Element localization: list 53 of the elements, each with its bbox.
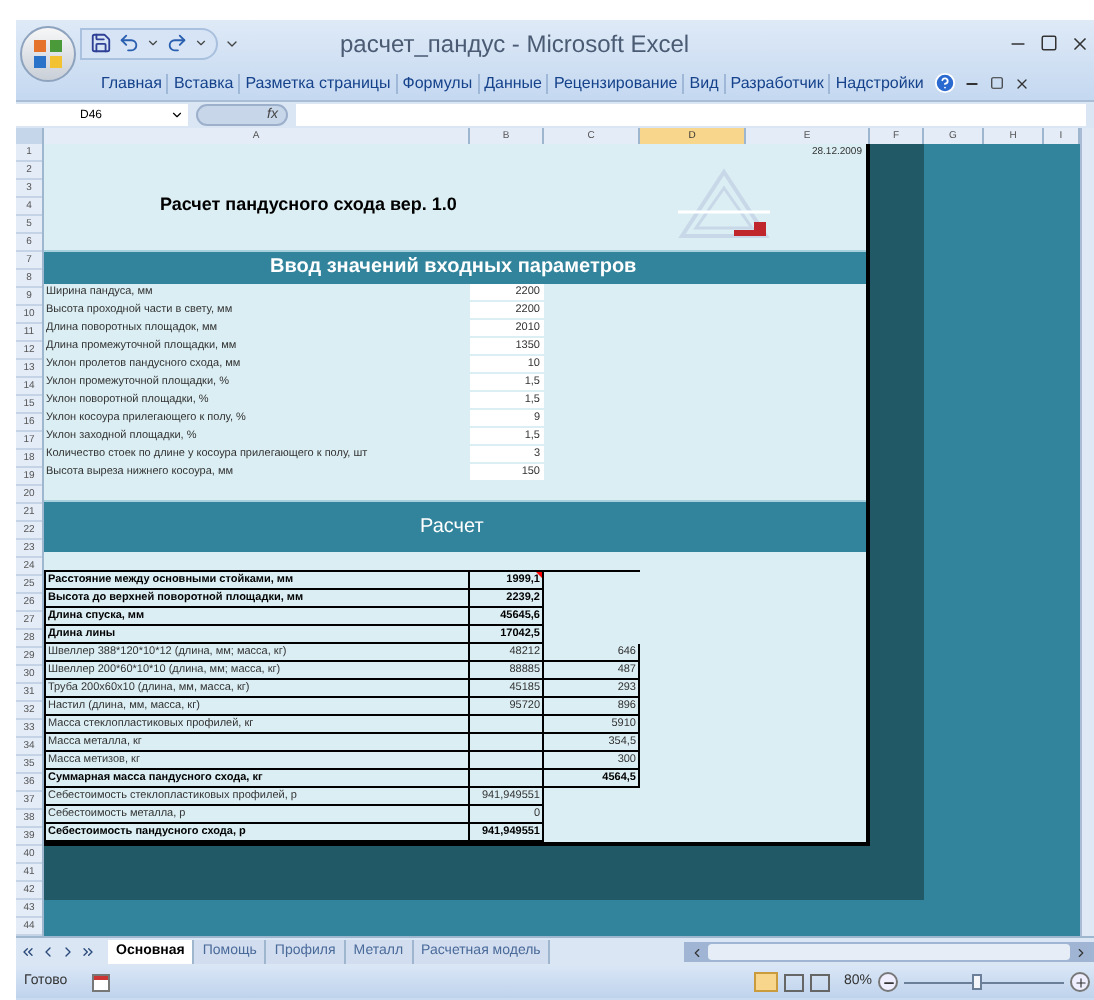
undo-icon: [118, 32, 140, 54]
caret-icon[interactable]: [194, 36, 208, 50]
redo-icon: [166, 32, 188, 54]
ribbon-tab[interactable]: Главная: [96, 73, 167, 93]
ribbon-tab[interactable]: Разметка страницы: [238, 73, 396, 93]
page-layout-view-button[interactable]: [783, 973, 804, 991]
ribbon-tab[interactable]: Формулы: [395, 73, 478, 93]
zoom-slider-track[interactable]: [904, 972, 1064, 992]
vertical-scrollbar[interactable]: [1080, 128, 1094, 936]
close-icon: [1014, 75, 1031, 91]
next-sheet-icon[interactable]: [60, 944, 76, 960]
ribbon-tab[interactable]: Данные: [477, 73, 547, 93]
macro-record-icon[interactable]: [91, 973, 110, 991]
ribbon-tab[interactable]: Рецензирование: [546, 73, 683, 93]
restore-button[interactable]: [990, 76, 1005, 90]
office-button[interactable]: [20, 26, 76, 82]
maximize-button[interactable]: [1040, 34, 1058, 52]
ribbon-tab[interactable]: Вид: [682, 73, 724, 93]
sheet-title: Расчет пандусного схода вер. 1.0: [160, 192, 457, 219]
caret-icon[interactable]: [170, 108, 184, 122]
page-break-view-button[interactable]: [809, 973, 830, 991]
last-sheet-icon[interactable]: [80, 944, 96, 960]
ribbon-tab[interactable]: Надстройки: [828, 73, 929, 93]
office-logo-icon: [32, 38, 64, 70]
first-sheet-icon[interactable]: [20, 944, 36, 960]
scroll-right-icon[interactable]: [1074, 945, 1088, 959]
caret-icon[interactable]: [146, 36, 160, 50]
plus-icon: [1073, 975, 1087, 989]
save-icon: [90, 32, 112, 54]
help-icon: [934, 72, 957, 94]
maximize-icon: [1040, 34, 1058, 52]
section-header-text: Расчет: [420, 515, 484, 540]
ribbon-tab[interactable]: Разработчик: [723, 73, 829, 93]
zoom-in-button[interactable]: [1070, 972, 1090, 992]
redo-button[interactable]: [166, 32, 188, 54]
undo-button[interactable]: [118, 32, 140, 54]
previous-sheet-icon[interactable]: [40, 944, 56, 960]
save-button[interactable]: [90, 32, 112, 54]
logo-icon: [678, 167, 770, 244]
ribbon-tab[interactable]: Вставка: [166, 73, 239, 93]
close-icon: [1070, 33, 1090, 53]
zoom-out-button[interactable]: [878, 972, 898, 992]
horizontal-scrollbar[interactable]: [684, 942, 1094, 962]
close-button[interactable]: [1070, 33, 1090, 53]
close-button[interactable]: [1014, 75, 1031, 91]
scrollbar-thumb[interactable]: [708, 944, 1070, 960]
restore-icon: [990, 76, 1005, 90]
scroll-left-icon[interactable]: [690, 945, 704, 959]
section-header-text: Ввод значений входных параметров: [270, 255, 637, 280]
formula-input-field[interactable]: [296, 104, 1086, 126]
window-title: расчет_пандус - Microsoft Excel: [340, 27, 690, 61]
help-button[interactable]: [934, 72, 957, 94]
zoom-slider-thumb[interactable]: [972, 974, 982, 990]
